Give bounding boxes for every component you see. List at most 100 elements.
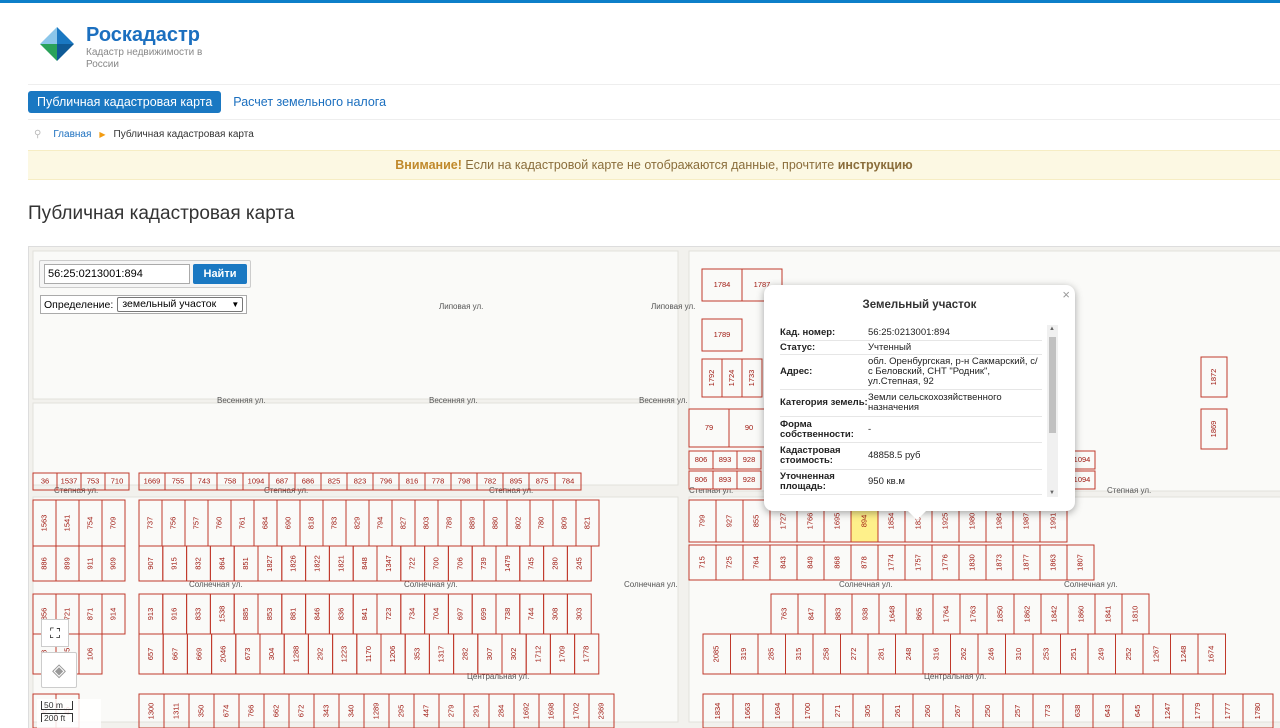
popup-row-value: Земли сельскохозяйственного назначения (868, 392, 1002, 413)
parcel-number: 753 (87, 476, 100, 485)
parcel-number: 849 (805, 556, 814, 569)
map-canvas[interactable]: Липовая ул.Липовая ул.Липовая ул.Весення… (29, 247, 1280, 728)
parcel-number: 1094 (248, 476, 265, 485)
parcel-number: 2046 (219, 646, 228, 663)
popup-row-value: обл. Оренбургская, р-н Сакмарский, с/с Б… (868, 356, 1038, 387)
cadastral-search-input[interactable] (44, 264, 190, 284)
parcel-number: 1784 (714, 280, 731, 289)
parcel-number: 722 (408, 557, 417, 570)
parcel-number: 744 (527, 608, 536, 621)
parcel-number: 1206 (388, 646, 397, 663)
parcel-number: 2085 (712, 646, 721, 663)
parcel-number: 1170 (364, 646, 373, 662)
parcel-number: 827 (398, 517, 407, 530)
parcel-number: 1094 (1074, 475, 1091, 484)
parcel-number: 1669 (144, 476, 161, 485)
parcel-number: 806 (695, 455, 708, 464)
fullscreen-icon[interactable]: ⛶ (41, 619, 69, 647)
parcel-number: 1712 (533, 646, 542, 663)
search-panel: Найти (39, 260, 251, 288)
street-label: Весенняя ул. (217, 396, 266, 405)
nav-land-tax[interactable]: Расчет земельного налога (233, 95, 386, 109)
parcel-number: 260 (923, 705, 932, 718)
parcel-number: 710 (111, 476, 124, 485)
popup-row-value: - (868, 423, 872, 435)
parcel-number: 267 (953, 705, 962, 718)
chevron-down-icon: ▼ (231, 300, 240, 309)
parcel-number: 1862 (1022, 606, 1031, 623)
definition-select[interactable]: земельный участок ▼ (117, 297, 244, 312)
parcel-number: 1807 (1075, 554, 1084, 571)
parcel-number: 1537 (61, 476, 78, 485)
parcel-number: 669 (194, 648, 203, 661)
parcel-number: 1991 (1048, 513, 1057, 530)
parcel-number: 1674 (1207, 646, 1216, 663)
parcel-number: 251 (1069, 648, 1078, 661)
popup-row-key: Форма собственности: (780, 418, 854, 440)
parcel-number: 1663 (743, 703, 752, 720)
breadcrumb-home[interactable]: Главная (53, 129, 91, 140)
layers-icon[interactable]: ◈ (41, 652, 77, 688)
parcel-number: 875 (536, 476, 549, 485)
scroll-down-icon[interactable]: ▼ (1049, 490, 1055, 496)
parcel-number: 1980 (967, 513, 976, 530)
popup-row: Статус: Учтенный (780, 341, 1042, 355)
parcel-number: 1789 (714, 330, 731, 339)
parcel-number: 245 (574, 557, 583, 570)
parcel-number: 248 (904, 648, 913, 661)
parcel-number: 794 (375, 517, 384, 530)
parcel-number: 1776 (940, 554, 949, 571)
popup-scrollbar[interactable]: ▲ ▼ (1047, 325, 1058, 497)
scale-imperial: 200 ft (41, 713, 73, 722)
parcel-number: 802 (513, 517, 522, 530)
parcel-number: 799 (697, 515, 706, 528)
breadcrumb: ⚲ Главная ▶ Публичная кадастровая карта (34, 129, 254, 140)
parcel-number: 778 (432, 476, 445, 485)
parcel-number: 699 (479, 608, 488, 621)
parcel-number: 1541 (62, 515, 71, 532)
parcel-number: 79 (705, 423, 713, 432)
parcel-number: 1860 (1076, 606, 1085, 623)
parcel-number: 1834 (713, 703, 722, 720)
search-button[interactable]: Найти (193, 264, 247, 284)
parcel-number: 690 (283, 517, 292, 530)
notice-instruction-link[interactable]: инструкцию (838, 158, 913, 172)
parcel-number: 796 (380, 476, 393, 485)
roskadastr-logo-icon[interactable] (40, 27, 74, 61)
parcel-number: 739 (479, 557, 488, 570)
nav-cadastral-map[interactable]: Публичная кадастровая карта (28, 91, 222, 113)
popup-row-key: Кад. номер: (780, 326, 836, 338)
parcel-number: 803 (421, 517, 430, 530)
popup-row: Адрес: обл. Оренбургская, р-н Сакмарский,… (780, 355, 1042, 390)
parcel-number: 343 (321, 705, 330, 718)
parcel-number: 806 (695, 475, 708, 484)
parcel-number: 1777 (1223, 703, 1232, 720)
popup-row: Категория земель: Земли сельскохозяйствен… (780, 390, 1042, 417)
parcel-number: 848 (360, 557, 369, 570)
popup-row: Форма собственности: - (780, 417, 1042, 443)
street-label: Степная ул. (1107, 486, 1151, 495)
parcel-number: 90 (745, 423, 753, 432)
parcel-number: 737 (145, 517, 154, 530)
parcel-number: 1792 (707, 370, 716, 387)
parcel-number: 253 (1042, 648, 1051, 661)
parcel-number: 914 (108, 608, 117, 621)
brand-title[interactable]: Роскадастр (86, 24, 200, 47)
parcel-number: 704 (431, 608, 440, 621)
parcel-number: 1826 (289, 555, 298, 572)
parcel-number: 285 (767, 648, 776, 661)
parcel-number: 1288 (291, 646, 300, 663)
parcel-number: 880 (490, 517, 499, 530)
top-accent-bar (0, 0, 1280, 3)
street-label: Центральная ул. (924, 672, 986, 681)
scroll-up-icon[interactable]: ▲ (1049, 326, 1055, 332)
parcel-number: 734 (408, 608, 417, 621)
parcel-number: 894 (859, 515, 868, 528)
map-block (688, 496, 1280, 723)
parcel-number: 723 (384, 608, 393, 621)
parcel-number: 1778 (582, 646, 591, 663)
cadastral-map[interactable]: Липовая ул.Липовая ул.Липовая ул.Весення… (28, 246, 1280, 728)
definition-panel: Определение: земельный участок ▼ (40, 295, 248, 314)
scroll-thumb[interactable] (1049, 337, 1056, 433)
parcel-number: 280 (550, 557, 559, 570)
